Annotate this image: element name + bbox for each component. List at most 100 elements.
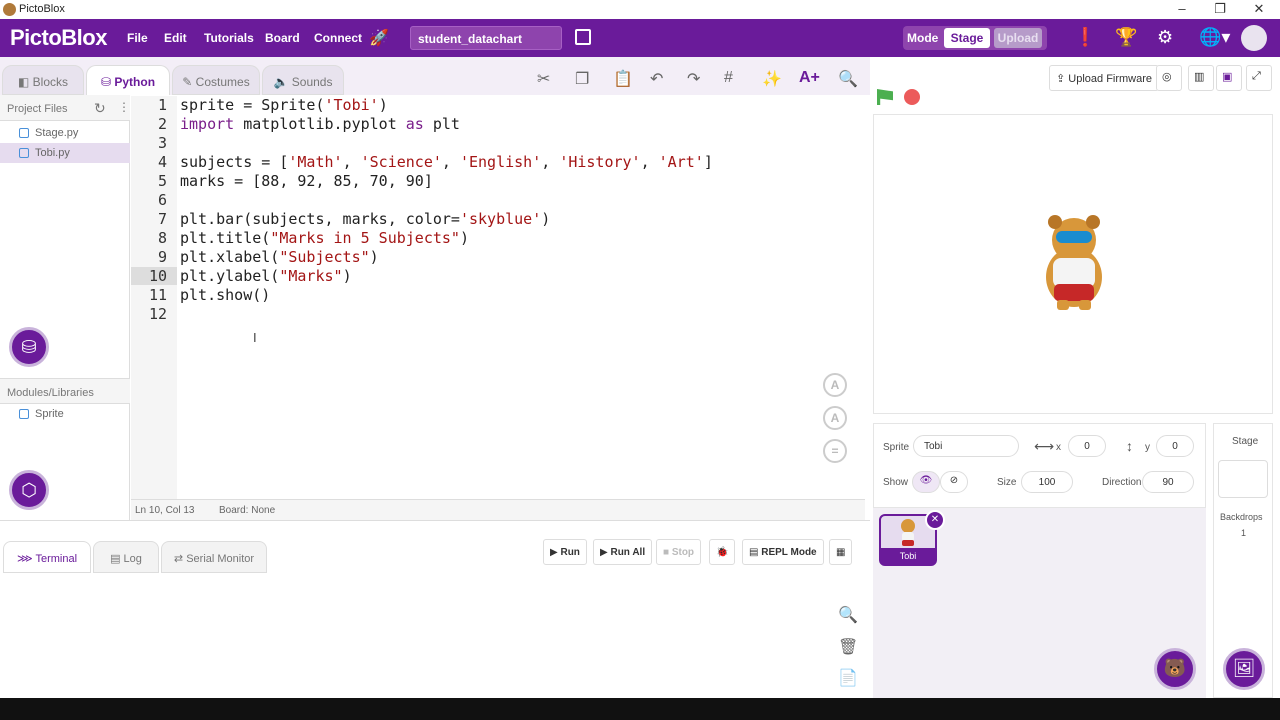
line-number: 5 [157, 172, 167, 190]
app-logo-icon [3, 3, 16, 16]
copy-console-icon[interactable]: 📄 [838, 668, 858, 688]
hide-eye-icon[interactable]: ⊘ [940, 471, 968, 493]
line-gutter: 1 2 3 4 5 6 7 8 9 10 11 12 [131, 96, 177, 499]
size-input[interactable]: 100 [1021, 471, 1073, 493]
direction-input[interactable]: 90 [1142, 471, 1194, 493]
close-button[interactable]: ✕ [1239, 1, 1279, 17]
tab-log[interactable]: ▤ Log [93, 541, 159, 573]
repl-icon: ▤ [749, 547, 762, 558]
y-input[interactable]: 0 [1156, 435, 1194, 457]
large-stage-icon[interactable]: ▣ [1216, 65, 1242, 91]
minimize-button[interactable]: – [1162, 1, 1202, 16]
undo-icon[interactable]: ↶ [650, 69, 663, 89]
paste-icon[interactable]: 📋 [613, 69, 633, 89]
screen-bottom-bar [0, 698, 1280, 720]
code-editor[interactable]: 1 2 3 4 5 6 7 8 9 10 11 12 sprite = Spri… [131, 96, 865, 499]
tab-serial-monitor[interactable]: ⇄ Serial Monitor [161, 541, 267, 573]
run-button[interactable]: ▶ Run [543, 539, 587, 565]
line-number: 7 [157, 210, 167, 228]
line-number: 1 [157, 96, 167, 114]
sprite-info-panel: Sprite Tobi ⟷ x 0 ↕ y 0 Show 👁 ⊘ Size 10… [873, 423, 1206, 508]
gear-icon[interactable]: ⚙ [1157, 27, 1173, 48]
upload-firmware-button[interactable]: ⇪ Upload Firmware [1049, 65, 1160, 91]
line-number: 2 [157, 115, 167, 133]
code-line: import matplotlib.pyplot as plt [180, 115, 460, 133]
tab-python[interactable]: ⛁ Python [86, 65, 170, 95]
board-status: Board: None [219, 505, 276, 516]
console-search-icon[interactable]: 🔍 [838, 605, 858, 625]
feedback-icon[interactable]: ❗ [1074, 27, 1096, 48]
menu-edit[interactable]: Edit [164, 31, 187, 45]
tobi-sprite-image[interactable] [874, 115, 1274, 415]
file-item-tobi[interactable]: Tobi.py [0, 143, 130, 163]
sprite-name-input[interactable]: Tobi [913, 435, 1019, 457]
python-extension-icon[interactable]: ⛁ [9, 327, 49, 367]
add-backdrop-icon[interactable]: 🖼 [1223, 648, 1265, 690]
stop-icon[interactable] [904, 89, 920, 105]
module-item-sprite[interactable]: Sprite [0, 404, 130, 424]
magic-wand-icon[interactable]: ✨ [762, 69, 782, 89]
console-panel: ⋙ Terminal ▤ Log ⇄ Serial Monitor ▶ Run … [0, 520, 870, 698]
refresh-icon[interactable]: ↻ [94, 100, 106, 117]
add-library-icon[interactable]: ⬡ [9, 470, 49, 510]
zoom-in-icon[interactable]: A [823, 373, 847, 397]
menu-board[interactable]: Board [265, 31, 300, 45]
code-line: plt.bar(subjects, marks, color='skyblue'… [180, 210, 551, 228]
file-panel: Project Files ↻ ⋮ Stage.py Tobi.py ⛁ Mod… [0, 95, 130, 520]
upload-icon: ⇪ [1056, 73, 1069, 85]
stage-mode-button[interactable]: Stage [944, 28, 990, 48]
maximize-button[interactable]: ❐ [1200, 1, 1240, 17]
save-icon[interactable] [575, 29, 591, 45]
trophy-icon[interactable]: 🏆 [1115, 27, 1137, 48]
add-sprite-icon[interactable]: 🐻 [1154, 648, 1196, 690]
stage-thumbnail[interactable] [1218, 460, 1268, 498]
project-name-input[interactable]: student_datachart [410, 26, 562, 50]
menu-tutorials[interactable]: Tutorials [204, 31, 254, 45]
show-label: Show [883, 477, 909, 488]
globe-icon[interactable]: 🌐▾ [1199, 27, 1230, 48]
repl-mode-button[interactable]: ▤ REPL Mode [742, 539, 824, 565]
copy-icon[interactable]: ❐ [575, 69, 589, 89]
tab-costumes[interactable]: ✎ Costumes [172, 65, 260, 95]
stop-button[interactable]: ■ Stop [656, 539, 702, 565]
avatar[interactable] [1241, 25, 1267, 51]
tab-blocks[interactable]: ◧ Blocks [2, 65, 84, 95]
zoom-out-icon[interactable]: A [823, 406, 847, 430]
console-settings-icon[interactable]: ▦ [829, 539, 853, 565]
redo-icon[interactable]: ↷ [687, 69, 700, 89]
clear-console-icon[interactable]: 🗑 [838, 637, 858, 657]
module-icon [19, 409, 29, 419]
tab-terminal[interactable]: ⋙ Terminal [3, 541, 91, 573]
comment-icon[interactable]: # [724, 69, 733, 87]
sprite-thumbnail-tobi[interactable]: Tobi ✕ [879, 510, 945, 566]
show-eye-icon[interactable]: 👁 [912, 471, 940, 493]
debug-icon[interactable]: 🐞 [709, 539, 736, 565]
file-item-stage[interactable]: Stage.py [0, 123, 130, 143]
fullscreen-icon[interactable]: ⤢ [1246, 65, 1272, 91]
more-icon[interactable]: ⋮ [118, 100, 130, 114]
stage-canvas[interactable] [873, 114, 1273, 414]
direction-label: Direction [1102, 477, 1142, 488]
reset-zoom-icon[interactable]: = [823, 439, 847, 463]
rocket-icon[interactable]: 🚀 [369, 28, 389, 48]
green-flag-icon[interactable] [877, 89, 893, 105]
camera-icon[interactable]: ◎ [1156, 65, 1182, 91]
menu-file[interactable]: File [127, 31, 148, 45]
editor-tab-row: ◧ Blocks ⛁ Python ✎ Costumes 🔈 Sounds ✂ … [0, 57, 870, 95]
menu-connect[interactable]: Connect [314, 31, 362, 45]
modules-header: Modules/Libraries [0, 378, 130, 404]
x-input[interactable]: 0 [1068, 435, 1106, 457]
play-all-icon: ▶ [600, 547, 611, 558]
delete-sprite-icon[interactable]: ✕ [925, 510, 945, 530]
tab-sounds[interactable]: 🔈 Sounds [262, 65, 344, 95]
search-icon[interactable]: 🔍 [838, 69, 858, 89]
upload-mode-button[interactable]: Upload [994, 28, 1042, 48]
font-size-icon[interactable]: A+ [799, 69, 820, 87]
mode-label: Mode [907, 31, 939, 45]
line-number: 8 [157, 229, 167, 247]
run-all-button[interactable]: ▶ Run All [593, 539, 653, 565]
small-stage-icon[interactable]: ▥ [1188, 65, 1214, 91]
code-line: sprite = Sprite('Tobi') [180, 96, 388, 114]
scissors-icon[interactable]: ✂ [537, 69, 550, 89]
file-icon [19, 148, 29, 158]
